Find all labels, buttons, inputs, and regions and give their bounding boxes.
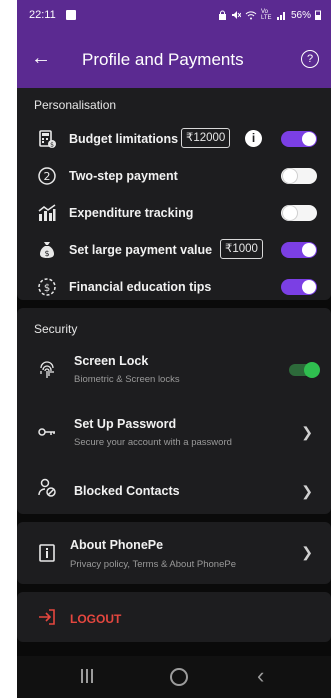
home-icon[interactable] [170, 668, 188, 686]
security-row-screen-lock[interactable]: Screen Lock Biometric & Screen locks [17, 346, 331, 396]
two-step-icon: 2 [38, 167, 56, 185]
logout-card[interactable]: LOGOUT [17, 592, 331, 642]
back-icon[interactable]: ‹ [257, 663, 264, 689]
notification-box-icon [66, 10, 76, 20]
app-header-area: 22:11 Vo LTE 56% ← Profile and Payments … [17, 0, 331, 88]
help-circle-icon[interactable]: ? [301, 50, 319, 68]
info-icon[interactable]: i [245, 130, 262, 147]
logout-label: LOGOUT [70, 612, 122, 626]
about-subtitle: Privacy policy, Terms & About PhonePe [70, 559, 236, 570]
setting-label: Set large payment value [69, 243, 213, 257]
svg-text:$: $ [44, 249, 49, 258]
info-box-icon [39, 544, 55, 562]
recent-apps-icon[interactable] [81, 669, 93, 683]
personalisation-card: Personalisation $ Budget limitations ₹12… [17, 88, 331, 300]
status-icons: Vo LTE 56% [218, 9, 321, 21]
status-bar: 22:11 Vo LTE 56% [17, 0, 331, 28]
key-icon [38, 428, 55, 436]
section-title-personalisation: Personalisation [34, 98, 117, 112]
fingerprint-icon [40, 361, 54, 378]
svg-text:2: 2 [44, 170, 51, 183]
mute-icon [231, 11, 241, 19]
setting-row-two-step-payment[interactable]: 2 Two-step payment [17, 158, 331, 194]
setting-label: Financial education tips [69, 280, 212, 294]
security-card: Security Screen Lock Biometric & Screen … [17, 308, 331, 514]
network-type: Vo LTE [260, 9, 272, 21]
page-title: Profile and Payments [82, 50, 244, 69]
rupee-tip-icon: $ [38, 278, 56, 296]
setting-row-large-payment-value[interactable]: $ Set large payment value ₹1000 [17, 232, 331, 268]
screen-lock-toggle[interactable] [289, 362, 320, 378]
set-up-password-label: Set Up Password [74, 417, 177, 431]
blocked-contacts-label: Blocked Contacts [74, 484, 180, 498]
battery-percent: 56% [290, 9, 311, 21]
chevron-right-icon: ❯ [301, 544, 313, 560]
header-bar: ← Profile and Payments ? [17, 40, 331, 80]
system-navigation-bar: ‹ [17, 656, 331, 698]
budget-amount-chip[interactable]: ₹12000 [181, 128, 231, 148]
security-row-set-up-password[interactable]: Set Up Password Secure your account with… [17, 408, 331, 458]
lock-icon [218, 10, 226, 20]
financial-education-tips-toggle[interactable] [281, 279, 317, 295]
arrow-left-icon[interactable]: ← [29, 46, 53, 70]
set-up-password-subtitle: Secure your account with a password [74, 437, 232, 448]
setting-label: Expenditure tracking [69, 206, 194, 220]
svg-text:$: $ [44, 283, 50, 294]
chart-icon [38, 204, 56, 221]
budget-calculator-icon: $ [39, 130, 56, 149]
about-card[interactable]: About PhonePe Privacy policy, Terms & Ab… [17, 522, 331, 584]
setting-row-budget-limitations[interactable]: $ Budget limitations ₹12000 i [17, 121, 331, 157]
phone-screen: 22:11 Vo LTE 56% ← Profile and Payments … [17, 0, 331, 698]
status-time: 22:11 [29, 9, 56, 21]
setting-row-financial-education-tips[interactable]: $ Financial education tips [17, 269, 331, 305]
budget-limitations-toggle[interactable] [281, 131, 317, 147]
setting-label: Two-step payment [69, 169, 178, 183]
signal-icon [276, 12, 285, 20]
setting-label: Budget limitations [69, 132, 179, 146]
screen-lock-label: Screen Lock [74, 354, 149, 368]
blocked-user-icon [38, 478, 56, 497]
large-payment-value-toggle[interactable] [281, 242, 317, 258]
screen-lock-subtitle: Biometric & Screen locks [74, 374, 180, 385]
battery-icon [315, 10, 321, 20]
money-bag-icon: $ [40, 242, 54, 258]
expenditure-tracking-toggle[interactable] [281, 205, 317, 221]
two-step-payment-toggle[interactable] [281, 168, 317, 184]
chevron-right-icon: ❯ [301, 483, 313, 499]
svg-text:$: $ [50, 142, 54, 149]
security-row-blocked-contacts[interactable]: Blocked Contacts ❯ [17, 470, 331, 510]
about-label: About PhonePe [70, 538, 164, 552]
section-title-security: Security [34, 322, 78, 336]
wifi-icon [245, 11, 257, 20]
setting-row-expenditure-tracking[interactable]: Expenditure tracking [17, 195, 331, 231]
large-payment-amount-chip[interactable]: ₹1000 [220, 239, 263, 259]
logout-icon [39, 609, 55, 625]
chevron-right-icon: ❯ [301, 424, 313, 440]
